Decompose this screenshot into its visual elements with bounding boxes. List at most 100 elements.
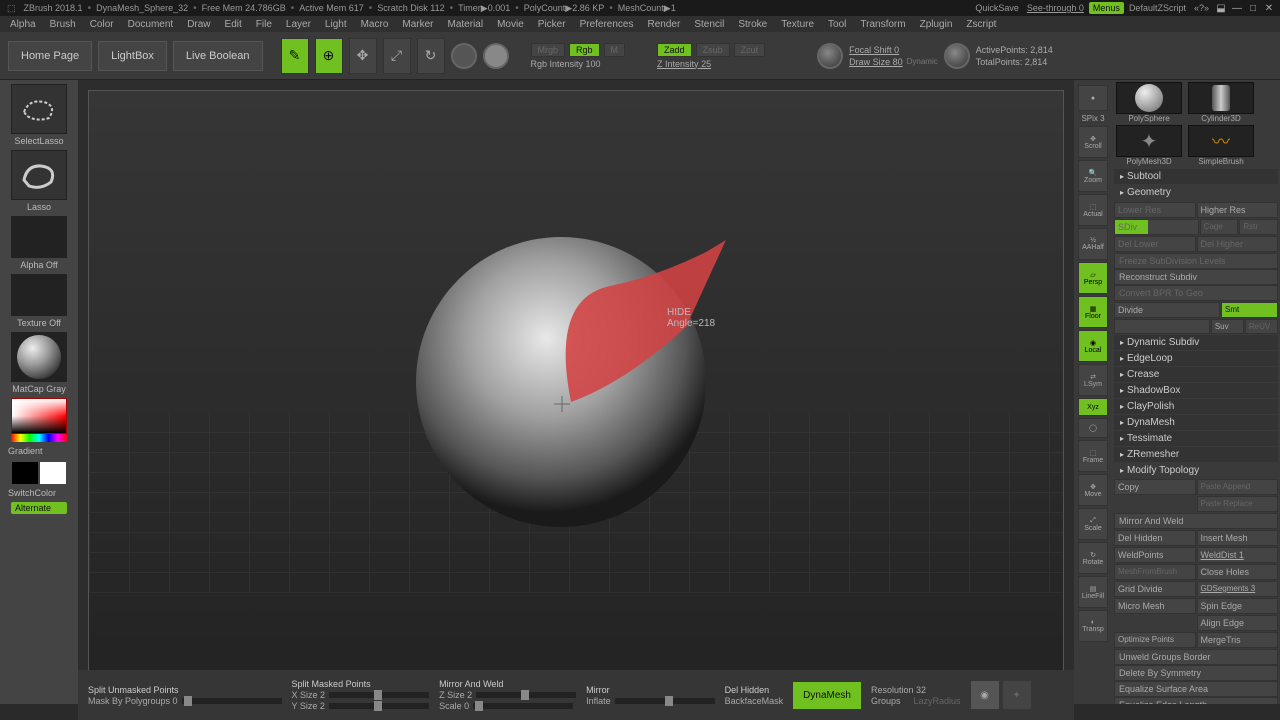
tool-polymesh3d[interactable]: ✦ PolyMesh3D — [1114, 125, 1184, 166]
menu-alpha[interactable]: Alpha — [4, 18, 42, 31]
sdiv-slider[interactable]: SDiv — [1114, 219, 1199, 235]
gdsegments-slider[interactable]: GDSegments 3 — [1197, 581, 1279, 597]
backfacemask-button[interactable]: BackfaceMask — [725, 696, 784, 706]
zcut-button[interactable]: Zcut — [734, 43, 766, 57]
local-button[interactable]: ◉Local — [1078, 330, 1108, 362]
defaultzscript-button[interactable]: DefaultZScript — [1126, 3, 1189, 13]
move-mode-button[interactable]: ✥ — [349, 38, 377, 74]
dynamesh-section[interactable]: DynaMesh — [1114, 415, 1278, 430]
help-icon[interactable]: «?» — [1191, 3, 1212, 13]
menu-preferences[interactable]: Preferences — [574, 18, 640, 31]
liveboolean-button[interactable]: Live Boolean — [173, 41, 263, 71]
menu-picker[interactable]: Picker — [532, 18, 572, 31]
mrgb-button[interactable]: Mrgb — [531, 43, 566, 57]
higherres-button[interactable]: Higher Res — [1197, 202, 1279, 218]
cage-button[interactable]: Cage — [1200, 219, 1239, 235]
move-button[interactable]: ✥Move — [1078, 474, 1108, 506]
menu-stroke[interactable]: Stroke — [732, 18, 773, 31]
quicksave-button[interactable]: QuickSave — [972, 3, 1022, 13]
resolution-slider[interactable]: Resolution 32 — [871, 685, 926, 695]
rstr-button[interactable]: Rstr — [1239, 219, 1278, 235]
homepage-button[interactable]: Home Page — [8, 41, 92, 71]
shadowbox-section[interactable]: ShadowBox — [1114, 383, 1278, 398]
tool-simplebrush[interactable]: 〰 SimpleBrush — [1186, 125, 1256, 166]
zremesher-section[interactable]: ZRemesher — [1114, 447, 1278, 462]
bpr-button[interactable]: ● — [1078, 85, 1108, 111]
brush-preview-icon[interactable] — [944, 43, 970, 69]
convertbpr-button[interactable]: Convert BPR To Geo — [1114, 285, 1278, 301]
hue-strip[interactable] — [11, 434, 67, 442]
xyz-button[interactable]: Xyz — [1078, 398, 1108, 416]
transp-button[interactable]: ◐Transp — [1078, 610, 1108, 642]
copy-button[interactable]: Copy — [1114, 479, 1196, 495]
mirrorweld-button[interactable]: Mirror And Weld — [1114, 513, 1278, 529]
pasteappend-button[interactable]: Paste Append — [1197, 479, 1279, 495]
menu-document[interactable]: Document — [122, 18, 180, 31]
rotate-mode-button[interactable]: ↻ — [417, 38, 445, 74]
unweldgroups-button[interactable]: Unweld Groups Border — [1114, 649, 1278, 665]
reconstruct-button[interactable]: Reconstruct Subdiv — [1114, 269, 1278, 285]
menu-transform[interactable]: Transform — [854, 18, 911, 31]
seethrough-slider[interactable]: See-through 0 — [1024, 3, 1087, 13]
scale-button[interactable]: ⤢Scale — [1078, 508, 1108, 540]
menus-button[interactable]: Menus — [1089, 2, 1124, 14]
lightbox-button[interactable]: LightBox — [98, 41, 167, 71]
polyf-button[interactable]: ◯ — [1078, 418, 1108, 438]
menu-texture[interactable]: Texture — [775, 18, 820, 31]
menu-brush[interactable]: Brush — [44, 18, 82, 31]
menu-layer[interactable]: Layer — [280, 18, 317, 31]
mirror-button[interactable]: Mirror — [586, 685, 715, 695]
dynamesh-bottom-button[interactable]: DynaMesh — [793, 682, 861, 709]
groups-button[interactable]: Groups — [871, 696, 901, 706]
meshfrombrush-button[interactable]: MeshFromBrush — [1114, 564, 1196, 580]
minimize-icon[interactable]: — — [1230, 2, 1244, 14]
maskbypoly-slider[interactable]: Mask By Polygroups 0 — [88, 696, 178, 706]
welddist-slider[interactable]: WeldDist 1 — [1197, 547, 1279, 563]
switchcolor-button[interactable]: SwitchColor — [4, 486, 56, 500]
closeholes-button[interactable]: Close Holes — [1197, 564, 1279, 580]
viewport[interactable]: HIDE Angle=218 — [88, 90, 1064, 694]
dellower-button[interactable]: Del Lower — [1114, 236, 1196, 252]
divide-button[interactable]: Divide — [1114, 302, 1220, 318]
menu-macro[interactable]: Macro — [355, 18, 395, 31]
frame-button[interactable]: ⬚Frame — [1078, 440, 1108, 472]
zadd-button[interactable]: Zadd — [657, 43, 692, 57]
alternate-button[interactable]: Alternate — [11, 502, 67, 514]
splitunmasked-button[interactable]: Split Unmasked Points — [88, 685, 282, 695]
tessimate-section[interactable]: Tessimate — [1114, 431, 1278, 446]
scroll-button[interactable]: ✥Scroll — [1078, 126, 1108, 158]
actual-button[interactable]: ⬚Actual — [1078, 194, 1108, 226]
focal-shift-slider[interactable]: Focal Shift 0 — [849, 45, 938, 55]
eqedgelen-button[interactable]: Equalize Edge Length — [1114, 697, 1278, 704]
tool-polysphere[interactable]: PolySphere — [1114, 82, 1184, 123]
draw-size-slider[interactable]: Draw Size 80 — [849, 57, 903, 67]
close-icon[interactable]: ✕ — [1262, 2, 1276, 14]
insertmesh-button[interactable]: Insert Mesh — [1197, 530, 1279, 546]
alpha-off[interactable]: Alpha Off — [9, 216, 69, 272]
freezesubdiv-button[interactable]: Freeze SubDivision Levels — [1114, 253, 1278, 269]
lowerres-button[interactable]: Lower Res — [1114, 202, 1196, 218]
menu-tool[interactable]: Tool — [822, 18, 852, 31]
lsym-button[interactable]: ⇄LSym — [1078, 364, 1108, 396]
splitmasked-button[interactable]: Split Masked Points — [292, 679, 430, 689]
xpose-button[interactable]: ✦ — [1003, 681, 1031, 709]
alignedge-button[interactable]: Align Edge — [1197, 615, 1279, 631]
zsize-slider[interactable]: Z Size 2 — [439, 690, 472, 700]
delhidden-bottom-button[interactable]: Del Hidden — [725, 685, 784, 695]
xsize-slider[interactable]: X Size 2 — [292, 690, 326, 700]
menu-render[interactable]: Render — [642, 18, 687, 31]
color-picker[interactable] — [11, 398, 67, 434]
eqsurfarea-button[interactable]: Equalize Surface Area — [1114, 681, 1278, 697]
hide-icon[interactable]: ⬓ — [1214, 2, 1228, 14]
crease-section[interactable]: Crease — [1114, 367, 1278, 382]
floor-button[interactable]: ▦Floor — [1078, 296, 1108, 328]
suv-button[interactable]: Suv — [1211, 319, 1244, 334]
menu-file[interactable]: File — [250, 18, 278, 31]
m-button[interactable]: M — [604, 43, 626, 57]
sculptris-button[interactable] — [483, 43, 509, 69]
mergetris-button[interactable]: MergeTris — [1197, 632, 1279, 648]
rgb-intensity-slider[interactable]: Rgb Intensity 100 — [531, 59, 626, 69]
persp-button[interactable]: ▱Persp — [1078, 262, 1108, 294]
ysize-slider[interactable]: Y Size 2 — [292, 701, 325, 711]
menu-zplugin[interactable]: Zplugin — [914, 18, 959, 31]
